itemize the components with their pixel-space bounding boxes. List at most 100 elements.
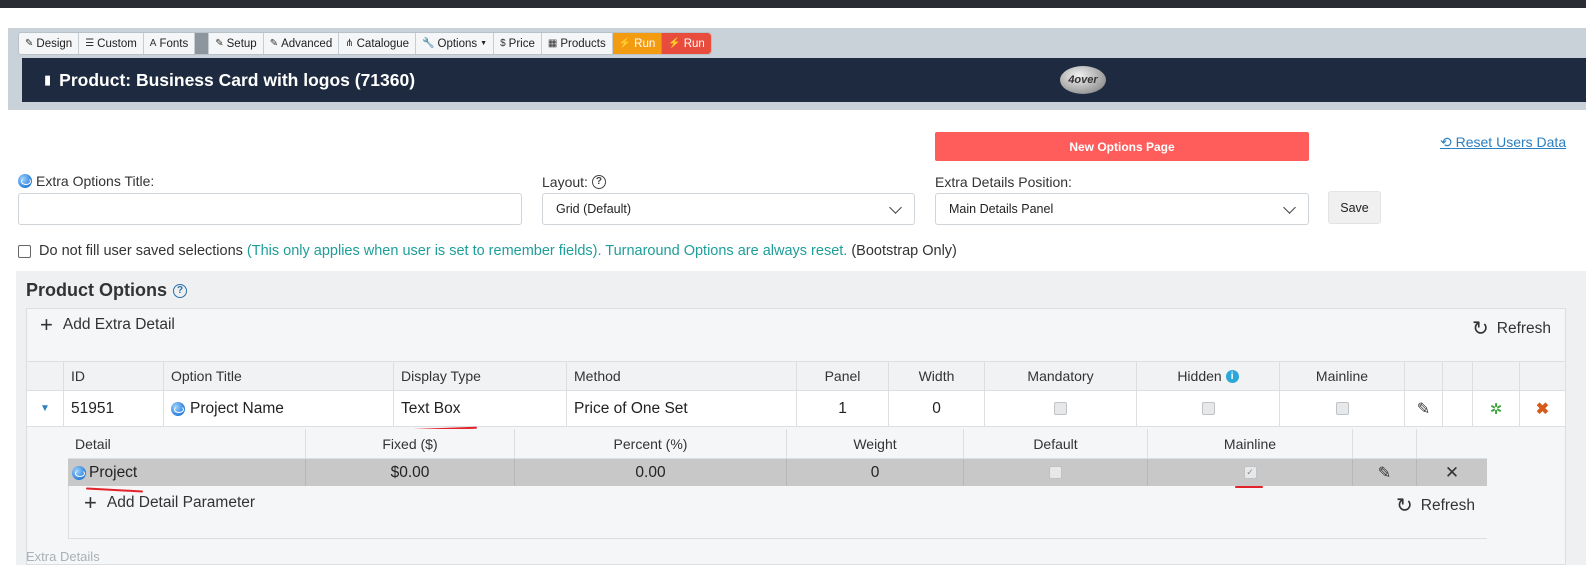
translate-globe-icon[interactable]	[72, 465, 86, 480]
help-icon[interactable]: ?	[173, 283, 187, 298]
table-row: ▼ 51951 Project Name Text Box Price of O…	[27, 391, 1565, 427]
table-row: Project $0.00 0.00 0 ✓ ✎ ✕	[68, 459, 1487, 486]
mainline-cell: ✓	[1147, 459, 1352, 486]
table-icon: ▦	[547, 38, 558, 49]
options-grid-header: ID Option Title Display Type Method Pane…	[27, 361, 1565, 391]
bolt-icon: ⚡	[618, 38, 632, 49]
mainline-cell	[1279, 391, 1404, 426]
layout-label: Layout:?	[542, 174, 606, 190]
column-header-panel: Panel	[796, 362, 888, 390]
main-toolbar: ✎ Design ☰ Custom A Fonts ✎ Setup ✎ Advanced …	[18, 32, 712, 55]
add-extra-detail-button[interactable]: + Add Extra Detail	[40, 312, 175, 337]
wrench-icon: 🔧	[422, 38, 435, 49]
annotation-underline	[1235, 486, 1263, 488]
extra-options-title-input[interactable]	[18, 193, 522, 225]
column-header-delete	[1519, 362, 1565, 390]
method-cell: Price of One Set	[566, 391, 796, 426]
mandatory-cell	[984, 391, 1136, 426]
list-icon: ☰	[85, 38, 95, 49]
mainline-checkbox[interactable]: ✓	[1243, 466, 1257, 479]
setup-button[interactable]: ✎ Setup	[209, 33, 264, 54]
run-button-red[interactable]: ⚡ Run	[662, 33, 711, 54]
plus-icon: +	[40, 312, 53, 337]
reset-users-data-link[interactable]: ⟲ Reset Users Data	[1440, 134, 1566, 151]
extra-details-position-label: Extra Details Position:	[935, 174, 1072, 190]
info-icon[interactable]: i	[1225, 369, 1239, 383]
column-header-settings	[1472, 362, 1519, 390]
layout-select[interactable]: Grid (Default)	[542, 193, 915, 225]
extra-details-position-select[interactable]: Main Details Panel	[935, 193, 1309, 225]
column-header-display-type: Display Type	[393, 362, 566, 390]
chevron-down-icon	[1283, 201, 1296, 214]
do-not-fill-checkbox[interactable]	[18, 244, 31, 258]
chevron-down-icon	[889, 201, 902, 214]
pencil-icon: ✎	[25, 38, 34, 49]
fonts-button[interactable]: A Fonts	[144, 33, 196, 54]
column-header-option-title: Option Title	[163, 362, 393, 390]
column-header-method: Method	[566, 362, 796, 390]
display-type-cell: Text Box	[393, 391, 566, 426]
options-dropdown[interactable]: 🔧 Options ▼	[416, 33, 495, 54]
expand-column-header	[27, 362, 63, 390]
edit-icon: ✎	[215, 38, 224, 49]
edit-pencil-icon[interactable]: ✎	[1352, 459, 1416, 486]
detail-grid-header: Detail Fixed ($) Percent (%) Weight Defa…	[68, 429, 1487, 459]
plus-icon: +	[84, 490, 97, 515]
extra-options-title-label: Extra Options Title:	[18, 173, 154, 189]
option-title-cell: Project Name	[163, 391, 393, 426]
hidden-checkbox[interactable]	[1201, 402, 1215, 415]
tag-icon: ▮	[44, 72, 52, 87]
save-button[interactable]: Save	[1328, 191, 1381, 224]
expand-caret-icon[interactable]: ▼	[27, 391, 63, 426]
edit-icon: ✎	[269, 38, 279, 49]
new-options-page-button[interactable]: New Options Page	[935, 132, 1309, 161]
panel-cell: 1	[796, 391, 888, 426]
price-button[interactable]: $ Price	[494, 33, 542, 54]
mandatory-checkbox[interactable]	[1054, 402, 1067, 415]
brand-logo: 4over	[1060, 66, 1106, 94]
column-header-hidden: Hidden i	[1136, 362, 1279, 390]
translate-globe-icon[interactable]	[18, 174, 32, 188]
product-title: Product: Business Card with logos (71360…	[59, 69, 416, 90]
column-header-width: Width	[888, 362, 984, 390]
bolt-icon: ⚡	[668, 38, 681, 49]
fixed-cell: $0.00	[305, 459, 514, 486]
gear-icon[interactable]: ✲	[1472, 391, 1519, 426]
default-cell	[963, 459, 1147, 486]
add-detail-parameter-button[interactable]: + Add Detail Parameter	[84, 490, 255, 515]
product-header-bar: ▮ Product: Business Card with logos (713…	[22, 58, 1586, 102]
blank-cell	[1442, 391, 1472, 426]
catalogue-button[interactable]: ⋔ Catalogue	[339, 33, 417, 54]
column-header-mainline: Mainline	[1147, 429, 1352, 458]
column-header-default: Default	[963, 429, 1147, 458]
refresh-options-button[interactable]: ↻ Refresh	[1472, 316, 1551, 341]
toolbar-separator	[195, 33, 210, 54]
mainline-checkbox[interactable]	[1335, 402, 1349, 415]
custom-button[interactable]: ☰ Custom	[79, 33, 144, 54]
products-button[interactable]: ▦ Products	[542, 33, 613, 54]
translate-globe-icon[interactable]	[171, 401, 185, 416]
column-header-mainline: Mainline	[1279, 362, 1404, 390]
percent-cell: 0.00	[514, 459, 786, 486]
column-header-fixed: Fixed ($)	[305, 429, 514, 458]
design-button[interactable]: ✎ Design	[19, 33, 80, 54]
advanced-button[interactable]: ✎ Advanced	[264, 33, 340, 54]
column-header-edit	[1404, 362, 1442, 390]
help-icon[interactable]: ?	[591, 175, 606, 189]
close-icon[interactable]: ✕	[1416, 459, 1487, 486]
option-id: 51951	[63, 391, 163, 426]
column-header-delete	[1416, 429, 1487, 458]
edit-pencil-icon[interactable]: ✎	[1404, 391, 1442, 426]
delete-icon[interactable]: ✖	[1519, 391, 1565, 426]
column-header-id: ID	[63, 362, 163, 390]
column-header-blank	[1442, 362, 1472, 390]
extra-details-label: Extra Details	[26, 549, 100, 564]
column-header-weight: Weight	[786, 429, 963, 458]
hidden-cell	[1136, 391, 1279, 426]
column-header-edit	[1352, 429, 1416, 458]
default-checkbox[interactable]	[1049, 466, 1062, 479]
width-cell: 0	[888, 391, 984, 426]
refresh-details-button[interactable]: ↻ Refresh	[1396, 493, 1475, 518]
weight-cell: 0	[786, 459, 963, 486]
run-button-orange[interactable]: ⚡ Run	[612, 33, 663, 54]
